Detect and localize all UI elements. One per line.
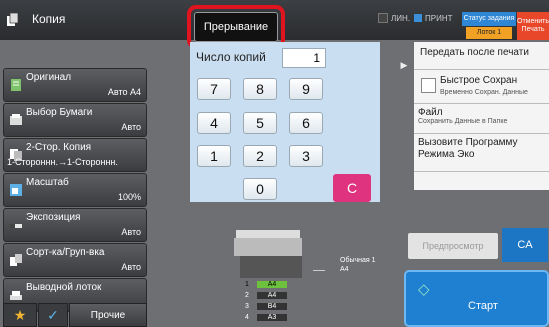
tray-1-size: A4: [257, 280, 287, 288]
line-status-icon: [378, 13, 388, 23]
file-sub: Сохранить Данные в Папке: [418, 118, 508, 125]
cancel-print-button[interactable]: Отменить Печать: [517, 12, 549, 40]
key-3[interactable]: 3: [289, 145, 323, 167]
paper-select-icon: [9, 113, 23, 127]
right-panel: Передать после печати Быстрое Сохран Вре…: [414, 42, 549, 190]
tray-paper-type: Обычная 1: [340, 257, 376, 264]
tray-2-num: 2: [245, 291, 249, 299]
other-button[interactable]: Прочие: [69, 303, 147, 327]
scale-value: 100%: [117, 192, 141, 202]
quick-save-item[interactable]: Быстрое Сохран Временно Сохран. Данные: [414, 70, 549, 104]
start-label: Старт: [468, 300, 498, 312]
tray-1-num: 1: [245, 280, 249, 288]
file-title: Файл: [418, 107, 443, 118]
tray-4-size: A3: [257, 313, 287, 321]
start-button[interactable]: ◇ Старт: [404, 270, 549, 327]
key-1[interactable]: 1: [197, 145, 231, 167]
original-icon: [9, 78, 23, 92]
tray-pointer-line: [313, 270, 325, 271]
menu-exposure-button[interactable]: Экспозиция Авто: [3, 208, 147, 242]
exposure-icon: [9, 218, 23, 232]
sort-value: Авто: [121, 262, 141, 272]
key-5[interactable]: 5: [243, 112, 277, 134]
checkmark-button[interactable]: ✓: [38, 303, 68, 327]
job-status-button[interactable]: Статус задания: [462, 12, 516, 26]
tray-3[interactable]: 3 B4: [245, 301, 287, 311]
print-status-icon: [414, 14, 422, 22]
eco-program-item[interactable]: Вызовите Программу Режима Эко: [414, 134, 549, 172]
interrupt-button[interactable]: Прерывание: [194, 12, 278, 42]
duplex-value: 1-Стороннн.→1-Стороннн.: [7, 157, 118, 167]
tray-3-num: 3: [245, 302, 249, 310]
print-label: ПРИНТ: [425, 13, 453, 23]
line-indicator: ЛИН.: [378, 12, 410, 24]
tray-paper-size: A4: [340, 266, 349, 273]
print-indicator: ПРИНТ: [414, 12, 453, 24]
key-8[interactable]: 8: [243, 78, 277, 100]
preview-button[interactable]: Предпросмотр: [408, 233, 498, 259]
menu-paper-select-button[interactable]: Выбор Бумаги Авто: [3, 103, 147, 137]
tray-3-size: B4: [257, 302, 287, 310]
quick-save-title: Быстрое Сохран: [440, 75, 518, 86]
checkmark-icon: ✓: [47, 306, 59, 323]
key-0[interactable]: 0: [243, 178, 277, 200]
key-2[interactable]: 2: [243, 145, 277, 167]
clear-button[interactable]: C: [333, 174, 371, 202]
sort-icon: [9, 253, 23, 267]
file-item[interactable]: Файл Сохранить Данные в Папке: [414, 104, 549, 134]
exposure-value: Авто: [121, 227, 141, 237]
scale-title: Масштаб: [26, 177, 69, 188]
copy-count-label: Число копий: [196, 50, 266, 64]
key-9[interactable]: 9: [289, 78, 323, 100]
output-tray-title: Выводной лоток: [26, 282, 102, 293]
menu-duplex-button[interactable]: 2-Стор. Копия 1-Стороннн.→1-Стороннн.: [3, 138, 147, 172]
printer-body: [240, 256, 302, 278]
app-title: Копия: [32, 12, 66, 26]
tray-4[interactable]: 4 A3: [245, 312, 287, 322]
tray-2[interactable]: 2 A4: [245, 290, 287, 300]
key-4[interactable]: 4: [197, 112, 231, 134]
original-value: Авто A4: [107, 87, 141, 97]
line-label: ЛИН.: [391, 13, 410, 23]
panel-toggle-icon[interactable]: ▶: [398, 58, 410, 72]
sort-title: Сорт-ка/Груп-вка: [26, 247, 105, 258]
duplex-title: 2-Стор. Копия: [26, 142, 92, 153]
original-title: Оригинал: [26, 72, 72, 83]
output-tray-icon: [9, 288, 23, 302]
job-status-tray: Лоток 1: [466, 27, 512, 39]
exposure-title: Экспозиция: [26, 212, 81, 223]
scale-icon: [9, 183, 23, 197]
menu-original-button[interactable]: Оригинал Авто A4: [3, 68, 147, 102]
menu-scale-button[interactable]: Масштаб 100%: [3, 173, 147, 207]
quick-save-sub: Временно Сохран. Данные: [440, 89, 528, 96]
scanner-top: [236, 230, 300, 238]
favorites-button[interactable]: ★: [3, 303, 37, 327]
menu-sort-button[interactable]: Сорт-ка/Груп-вка Авто: [3, 243, 147, 277]
tray-list: 1 A4 2 A4 3 B4 4 A3: [245, 279, 287, 322]
scanner-body: [234, 238, 302, 256]
tray-2-size: A4: [257, 291, 287, 299]
key-7[interactable]: 7: [197, 78, 231, 100]
tray-4-num: 4: [245, 313, 249, 321]
send-after-print-item[interactable]: Передать после печати: [414, 42, 549, 70]
copy-mode-icon: [6, 12, 20, 27]
tray-1[interactable]: 1 A4: [245, 279, 287, 289]
start-icon: ◇: [418, 281, 430, 298]
copy-count-field[interactable]: 1: [282, 48, 326, 68]
star-icon: ★: [13, 306, 27, 323]
key-6[interactable]: 6: [289, 112, 323, 134]
ca-button[interactable]: CA: [502, 228, 548, 262]
paper-select-title: Выбор Бумаги: [26, 107, 93, 118]
tray-info: Обычная 1 A4: [340, 256, 376, 274]
checkbox-icon[interactable]: [421, 78, 436, 93]
paper-select-value: Авто: [121, 122, 141, 132]
